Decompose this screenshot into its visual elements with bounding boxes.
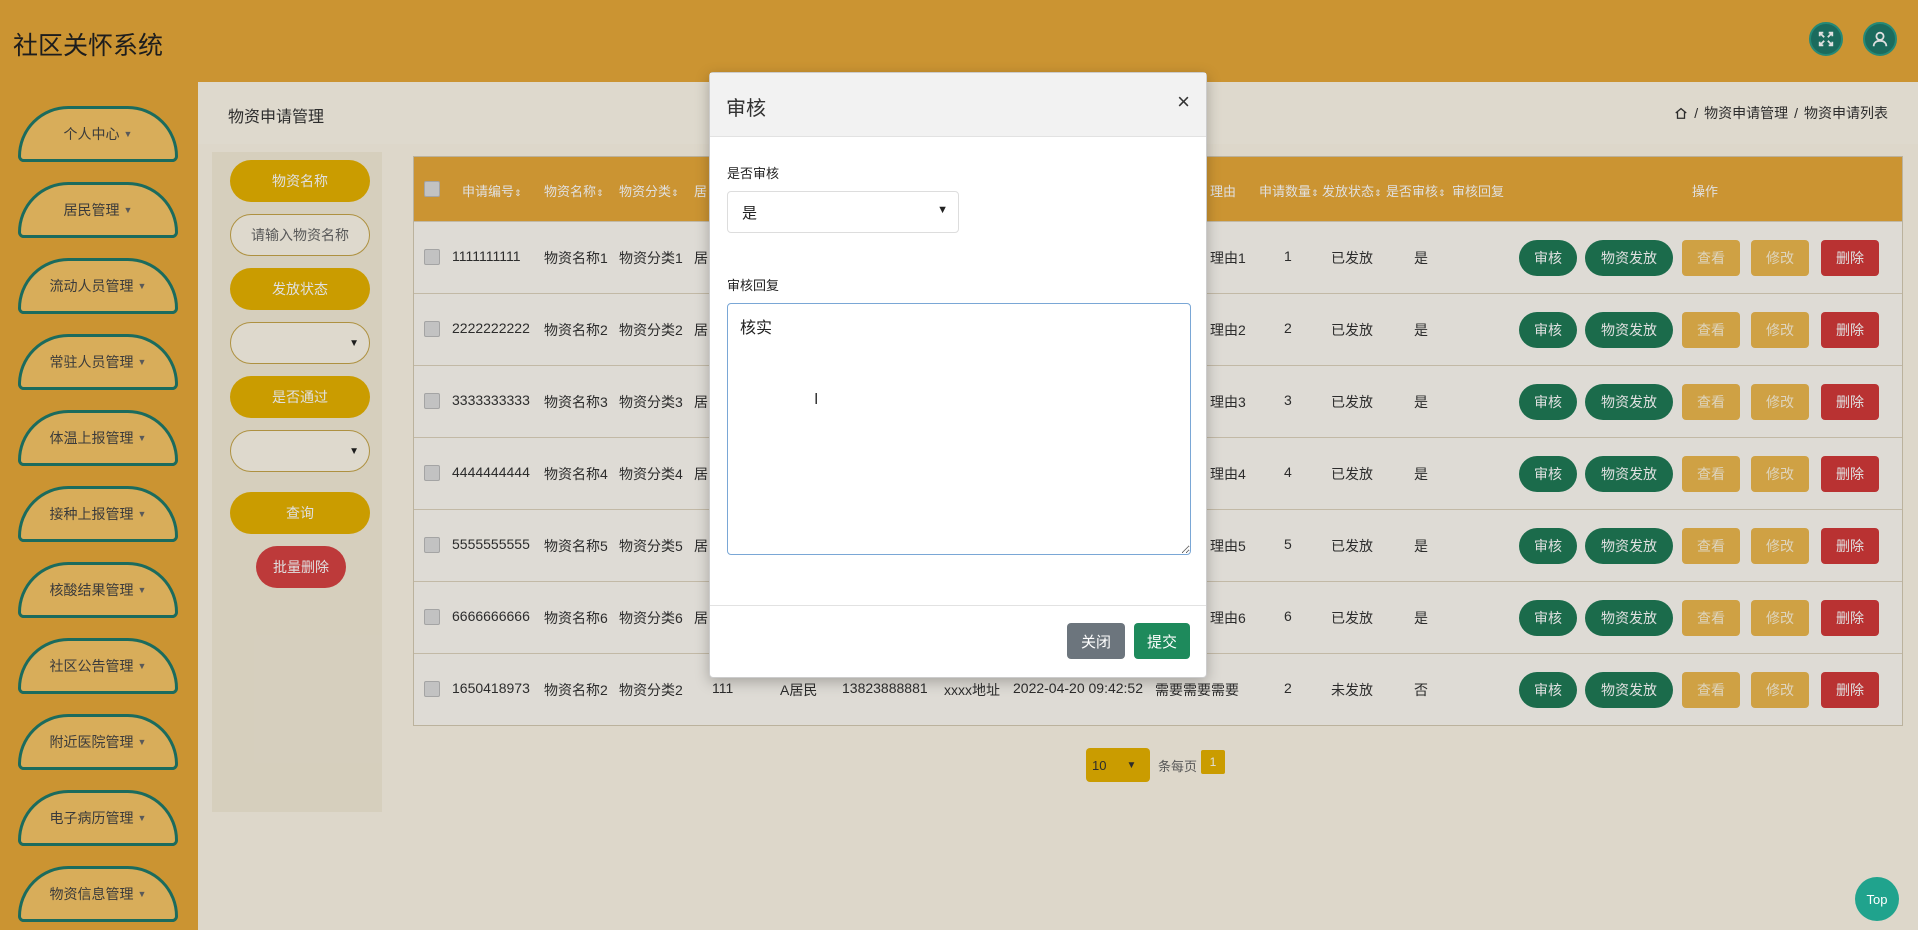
approve-label: 是否审核 xyxy=(727,166,780,181)
modal-header: 审核 × xyxy=(710,73,1206,137)
close-icon[interactable]: × xyxy=(1177,89,1190,115)
chevron-down-icon: ▼ xyxy=(937,204,948,216)
approve-select[interactable]: 是 ▼ xyxy=(727,191,959,233)
back-to-top-button[interactable]: Top xyxy=(1855,877,1899,921)
reply-label: 审核回复 xyxy=(727,278,780,293)
audit-modal: 审核 × 是否审核 是 ▼ 审核回复 核实 关闭 提交 xyxy=(709,72,1207,678)
modal-title: 审核 xyxy=(726,98,766,120)
submit-button[interactable]: 提交 xyxy=(1134,623,1190,659)
close-button[interactable]: 关闭 xyxy=(1067,623,1125,659)
text-cursor-icon: I xyxy=(814,391,819,408)
reply-textarea[interactable]: 核实 xyxy=(727,303,1191,555)
modal-footer-divider xyxy=(710,605,1206,606)
